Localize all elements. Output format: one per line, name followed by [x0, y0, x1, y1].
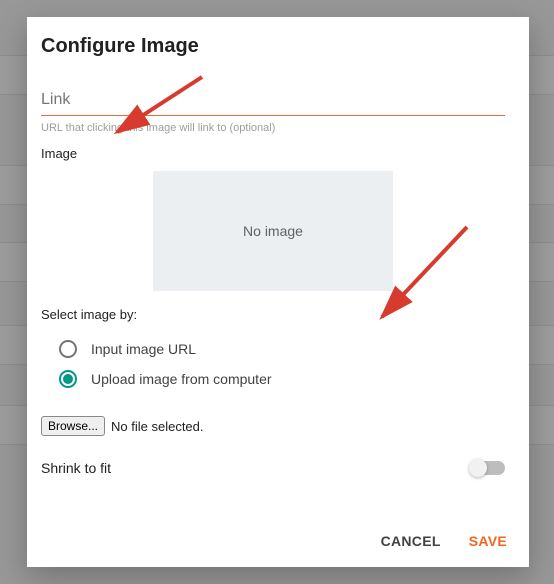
radio-icon	[59, 340, 77, 358]
radio-icon-checked	[59, 370, 77, 388]
link-input[interactable]	[41, 88, 505, 116]
radio-upload-computer[interactable]: Upload image from computer	[41, 364, 505, 394]
image-section-label: Image	[41, 146, 505, 161]
dialog-title: Configure Image	[41, 17, 505, 88]
dialog-scroll-area[interactable]: Configure Image URL that clicking this i…	[27, 17, 519, 507]
link-helper-text: URL that clicking this image will link t…	[41, 122, 505, 134]
radio-label: Input image URL	[91, 341, 196, 357]
radio-label: Upload image from computer	[91, 371, 272, 387]
browse-button[interactable]: Browse...	[41, 416, 105, 436]
save-button[interactable]: SAVE	[469, 533, 507, 549]
cancel-button[interactable]: CANCEL	[381, 533, 441, 549]
select-image-by-label: Select image by:	[41, 307, 505, 322]
image-preview: No image	[153, 171, 393, 291]
shrink-to-fit-label: Shrink to fit	[41, 460, 111, 476]
radio-input-url[interactable]: Input image URL	[41, 334, 505, 364]
shrink-to-fit-toggle[interactable]	[471, 461, 505, 475]
file-status-text: No file selected.	[111, 419, 204, 434]
link-field: URL that clicking this image will link t…	[41, 88, 505, 134]
no-image-text: No image	[243, 223, 303, 239]
file-selector-row: Browse... No file selected.	[41, 416, 505, 436]
configure-image-dialog: Configure Image URL that clicking this i…	[27, 17, 529, 567]
dialog-actions: CANCEL SAVE	[359, 515, 529, 567]
